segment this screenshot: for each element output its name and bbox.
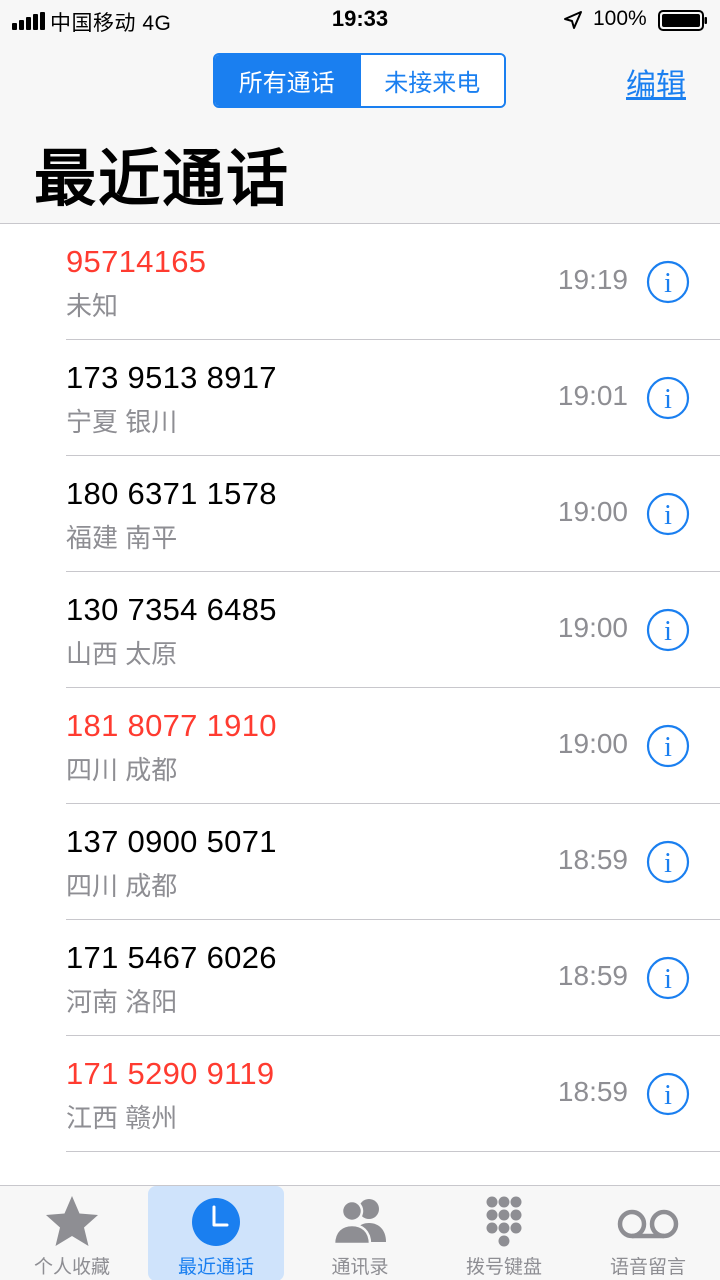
svg-text:i: i bbox=[664, 1080, 672, 1111]
call-number: 95714165 bbox=[66, 244, 207, 279]
call-time: 19:00 bbox=[557, 612, 628, 643]
tab-contacts[interactable]: 通讯录 bbox=[292, 1186, 428, 1280]
edit-button[interactable]: 编辑 bbox=[626, 60, 686, 104]
info-icon[interactable]: i bbox=[646, 724, 690, 768]
call-location: 四川 成都 bbox=[66, 871, 178, 901]
call-location: 未知 bbox=[66, 291, 119, 321]
call-number: 181 8077 1910 bbox=[66, 708, 277, 743]
call-row[interactable]: 173 9513 8917 宁夏 银川 19:01 i bbox=[0, 340, 720, 456]
call-number: 173 9513 8917 bbox=[66, 360, 277, 395]
svg-text:i: i bbox=[664, 384, 672, 415]
call-time: 19:19 bbox=[557, 264, 628, 295]
call-row[interactable]: 181 8077 1910 四川 成都 19:00 i bbox=[0, 688, 720, 804]
status-bar: 中国移动 4G 19:33 100% bbox=[0, 0, 720, 40]
info-icon[interactable]: i bbox=[646, 840, 690, 884]
svg-text:i: i bbox=[664, 732, 672, 763]
call-location: 福建 南平 bbox=[66, 523, 178, 553]
call-location: 四川 成都 bbox=[66, 755, 178, 785]
info-icon[interactable]: i bbox=[646, 956, 690, 1000]
call-location: 山西 太原 bbox=[66, 639, 178, 669]
segment-all-calls[interactable]: 所有通话 bbox=[215, 55, 359, 106]
star-icon bbox=[46, 1196, 98, 1246]
call-row[interactable]: 137 0900 5071 四川 成都 18:59 i bbox=[0, 804, 720, 920]
call-time: 18:59 bbox=[557, 844, 628, 875]
tab-label: 个人收藏 bbox=[33, 1257, 110, 1278]
page-title: 最近通话 bbox=[34, 145, 291, 214]
segment-missed-calls[interactable]: 未接来电 bbox=[358, 55, 504, 106]
call-time: 19:01 bbox=[557, 380, 628, 411]
tab-label: 拨号键盘 bbox=[465, 1257, 542, 1278]
svg-text:i: i bbox=[664, 964, 672, 995]
voicemail-icon bbox=[617, 1209, 679, 1239]
info-icon[interactable]: i bbox=[646, 1072, 690, 1116]
tab-bar: 个人收藏 最近通话 通讯录 拨号键盘 语音留言 bbox=[0, 1185, 720, 1280]
call-filter-segmented-control: 所有通话 未接来电 bbox=[213, 53, 506, 108]
call-time: 19:00 bbox=[557, 496, 628, 527]
keypad-icon bbox=[486, 1196, 522, 1247]
call-location: 江西 赣州 bbox=[66, 1103, 178, 1133]
call-number: 137 0900 5071 bbox=[66, 824, 277, 859]
call-location: 河南 洛阳 bbox=[66, 987, 178, 1017]
call-number: 171 5290 9119 bbox=[66, 1056, 275, 1091]
tab-keypad[interactable]: 拨号键盘 bbox=[436, 1186, 572, 1280]
battery-percentage: 100% bbox=[593, 7, 647, 30]
clock-icon bbox=[192, 1198, 240, 1246]
call-row[interactable]: 171 5290 9119 江西 赣州 18:59 i bbox=[0, 1036, 720, 1152]
call-row[interactable]: 171 5467 6026 河南 洛阳 18:59 i bbox=[0, 920, 720, 1036]
location-arrow-icon bbox=[564, 11, 582, 29]
call-row[interactable]: 95714165 未知 19:19 i bbox=[0, 224, 720, 340]
contacts-icon bbox=[332, 1199, 386, 1246]
call-time: 18:59 bbox=[557, 1076, 628, 1107]
info-icon[interactable]: i bbox=[646, 608, 690, 652]
tab-voicemail[interactable]: 语音留言 bbox=[580, 1186, 716, 1280]
call-number: 180 6371 1578 bbox=[66, 476, 277, 511]
tab-recents[interactable]: 最近通话 bbox=[148, 1186, 284, 1280]
call-row[interactable]: 180 6371 1578 福建 南平 19:00 i bbox=[0, 456, 720, 572]
info-icon[interactable]: i bbox=[646, 376, 690, 420]
svg-text:i: i bbox=[664, 268, 672, 299]
svg-text:i: i bbox=[664, 848, 672, 879]
battery-icon bbox=[658, 10, 707, 31]
call-row[interactable]: 130 7354 6485 山西 太原 19:00 i bbox=[0, 572, 720, 688]
header: 中国移动 4G 19:33 100% 所有通话 未接来电 编辑 最近通话 bbox=[0, 0, 720, 224]
svg-text:i: i bbox=[664, 500, 672, 531]
info-icon[interactable]: i bbox=[646, 492, 690, 536]
call-number: 130 7354 6485 bbox=[66, 592, 277, 627]
recent-calls-list: 95714165 未知 19:19 i 173 9513 8917 宁夏 银川 … bbox=[0, 224, 720, 1212]
svg-text:i: i bbox=[664, 616, 672, 647]
call-time: 18:59 bbox=[557, 960, 628, 991]
call-number: 171 5467 6026 bbox=[66, 940, 277, 975]
call-time: 19:00 bbox=[557, 728, 628, 759]
tab-label: 通讯录 bbox=[331, 1257, 389, 1278]
tab-favorites[interactable]: 个人收藏 bbox=[4, 1186, 140, 1280]
tab-label: 最近通话 bbox=[177, 1257, 254, 1278]
tab-label: 语音留言 bbox=[609, 1257, 686, 1278]
info-icon[interactable]: i bbox=[646, 260, 690, 304]
call-location: 宁夏 银川 bbox=[66, 407, 178, 437]
phone-screen: 中国移动 4G 19:33 100% 所有通话 未接来电 编辑 最近通话 957… bbox=[0, 0, 720, 1280]
